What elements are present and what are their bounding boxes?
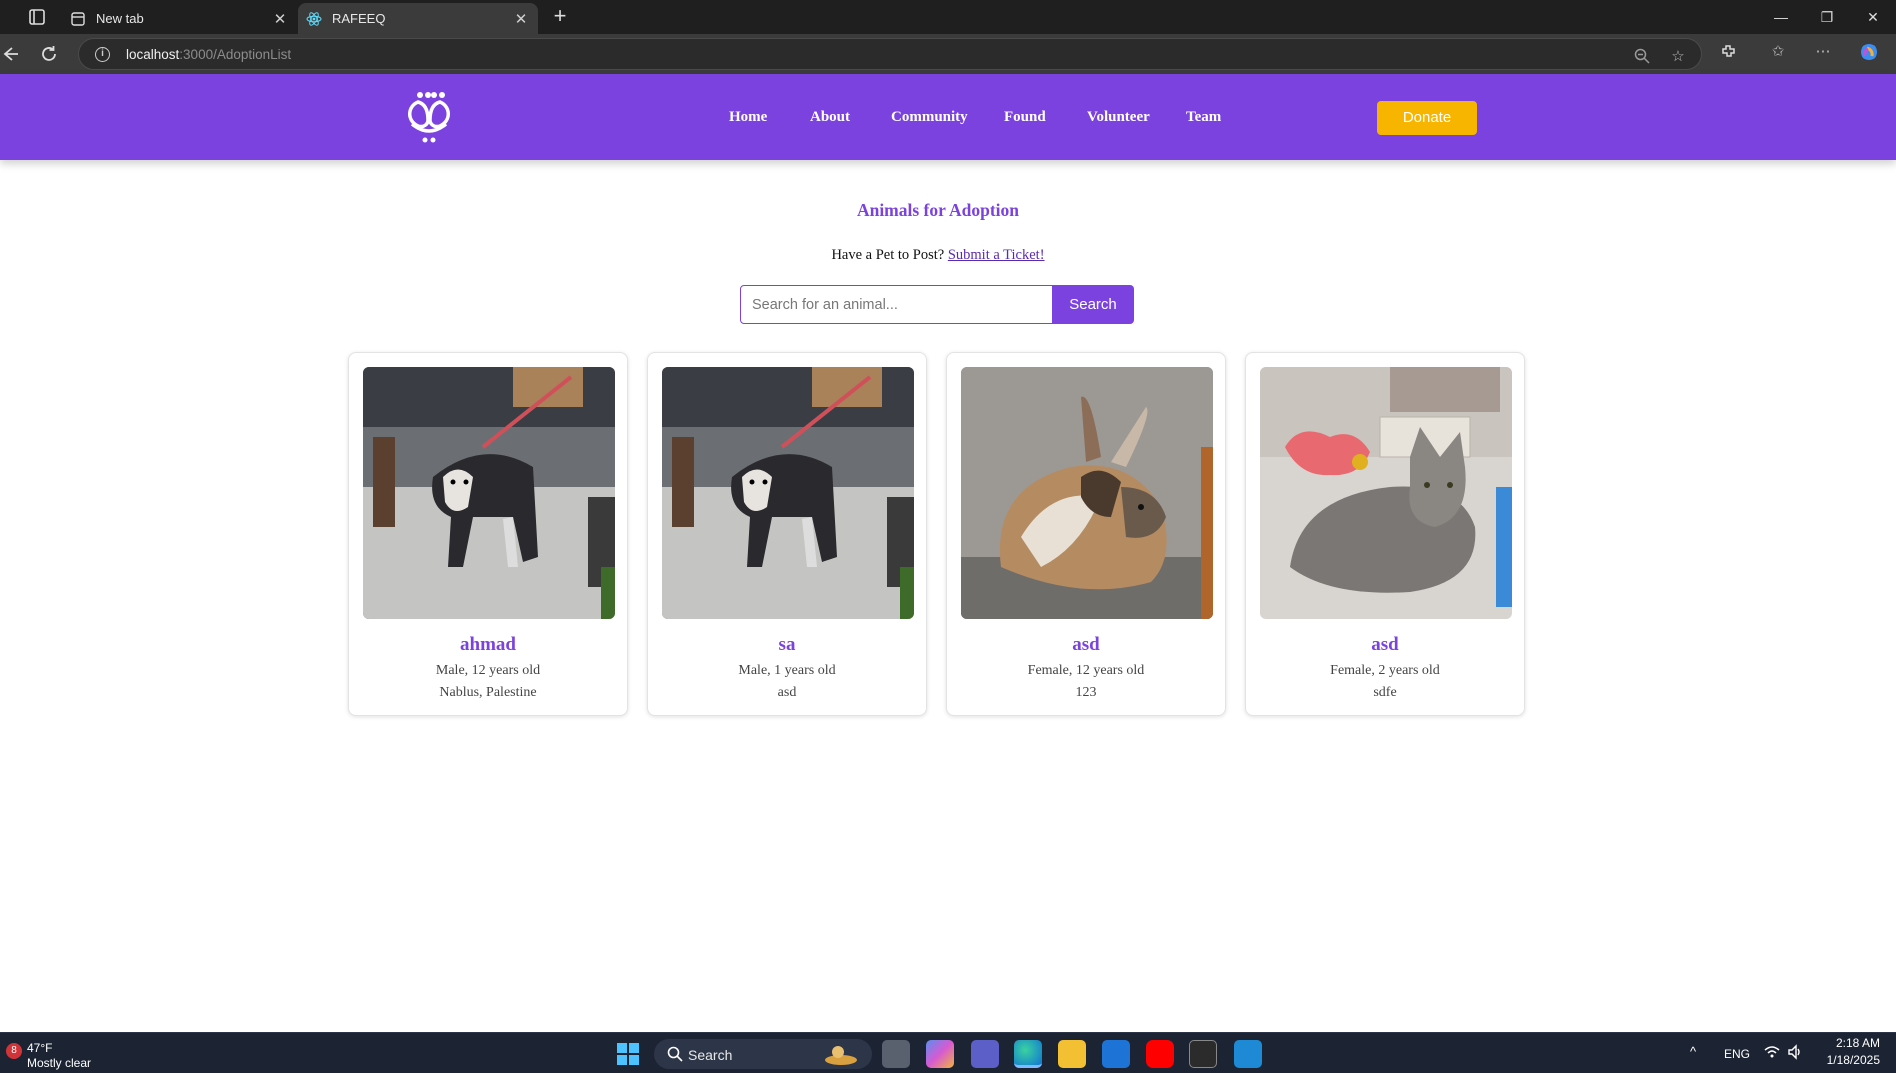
post-pet-line: Have a Pet to Post? Submit a Ticket!	[0, 247, 1876, 264]
weather-description: Mostly clear	[27, 1056, 92, 1070]
language-indicator[interactable]: ENG	[1724, 1047, 1750, 1061]
copilot-app-icon[interactable]	[926, 1040, 954, 1068]
browser-tab-bar: New tab ✕ RAFEEQ ✕ + — ❐ ✕	[0, 0, 1896, 34]
microsoft-store-icon[interactable]	[1102, 1040, 1130, 1068]
animal-location: Nablus, Palestine	[439, 685, 537, 700]
animal-location: 123	[1075, 685, 1097, 700]
animal-info: Male, 12 years old	[435, 663, 541, 678]
address-bar-row: i localhost:3000/AdoptionList ☆ ✩ ⋯	[0, 34, 1896, 74]
clock-time[interactable]: 2:18 AM	[1810, 1036, 1880, 1050]
nav-home[interactable]: Home	[729, 109, 767, 126]
youtube-icon[interactable]	[1146, 1040, 1174, 1068]
animal-info: Male, 1 years old	[738, 663, 836, 678]
calico-rabbit-photo	[961, 367, 1213, 619]
search-highlight-icon	[825, 1046, 857, 1065]
zoom-icon[interactable]	[1632, 47, 1652, 67]
submit-ticket-link[interactable]: Submit a Ticket!	[948, 247, 1045, 263]
favorite-star-icon[interactable]: ☆	[1668, 47, 1688, 67]
animal-info: Female, 12 years old	[1027, 663, 1145, 678]
page-title: Animals for Adoption	[856, 200, 1020, 220]
animal-name: asd	[1371, 634, 1399, 655]
page-content: Home About Community Found Volunteer Tea…	[0, 74, 1896, 1032]
tab-actions-icon[interactable]	[26, 7, 48, 27]
search-button[interactable]: Search	[1052, 285, 1134, 324]
more-options-icon[interactable]: ⋯	[1813, 42, 1833, 62]
url-text: localhost:3000/AdoptionList	[126, 47, 292, 62]
tab-rafeeq[interactable]: RAFEEQ ✕	[298, 3, 538, 34]
taskbar-search-label: Search	[688, 1047, 733, 1063]
grey-cat-photo	[1260, 367, 1512, 619]
weather-temperature: 47°F	[27, 1041, 53, 1055]
edge-icon[interactable]	[1014, 1040, 1042, 1068]
tab-title: New tab	[96, 11, 144, 26]
url-field[interactable]: i localhost:3000/AdoptionList ☆	[78, 38, 1702, 70]
animal-card[interactable]: asd Female, 12 years old 123	[946, 352, 1226, 716]
taskbar-search[interactable]: Search	[654, 1039, 872, 1069]
extensions-icon[interactable]	[1719, 42, 1739, 62]
close-icon[interactable]: ✕	[269, 8, 291, 30]
favorites-icon[interactable]: ✩	[1768, 42, 1788, 62]
donate-button[interactable]: Donate	[1377, 101, 1477, 135]
animal-name: ahmad	[460, 634, 516, 655]
nav-team[interactable]: Team	[1186, 109, 1221, 126]
post-prompt-text: Have a Pet to Post?	[831, 247, 948, 263]
restore-icon[interactable]: ❐	[1815, 6, 1839, 28]
animal-info: Female, 2 years old	[1330, 663, 1440, 678]
terminal-icon[interactable]	[1189, 1040, 1217, 1068]
new-tab-page-icon	[70, 11, 86, 27]
back-arrow-icon[interactable]	[0, 43, 20, 65]
site-info-icon[interactable]: i	[95, 47, 110, 62]
vscode-icon[interactable]	[1234, 1040, 1262, 1068]
search-icon	[667, 1046, 683, 1062]
reload-icon[interactable]	[38, 43, 60, 65]
animal-location: sdfe	[1373, 685, 1397, 700]
windows-taskbar: 8 47°F Mostly clear Search ^ ENG 2:18 AM…	[0, 1032, 1896, 1073]
nav-community[interactable]: Community	[891, 109, 968, 126]
nav-found[interactable]: Found	[1004, 109, 1046, 126]
search-input[interactable]	[740, 285, 1053, 324]
minimize-icon[interactable]: —	[1769, 6, 1793, 28]
tab-title: RAFEEQ	[332, 11, 386, 26]
animal-card[interactable]: asd Female, 2 years old sdfe	[1245, 352, 1525, 716]
copilot-icon[interactable]	[1859, 42, 1879, 62]
file-explorer-icon[interactable]	[1058, 1040, 1086, 1068]
husky-dog-photo	[662, 367, 914, 619]
task-view-icon[interactable]	[882, 1040, 910, 1068]
window-close-icon[interactable]: ✕	[1861, 6, 1885, 28]
new-tab-plus-icon[interactable]: +	[548, 5, 572, 29]
teams-icon[interactable]	[971, 1040, 999, 1068]
nav-about[interactable]: About	[810, 109, 850, 126]
chevron-up-icon[interactable]: ^	[1690, 1044, 1696, 1059]
windows-start-icon[interactable]	[616, 1042, 640, 1066]
husky-dog-photo	[363, 367, 615, 619]
tab-new-tab[interactable]: New tab ✕	[62, 3, 297, 34]
wifi-icon[interactable]	[1763, 1043, 1781, 1061]
nav-volunteer[interactable]: Volunteer	[1087, 109, 1150, 126]
animal-card[interactable]: sa Male, 1 years old asd	[647, 352, 927, 716]
animal-card[interactable]: ahmad Male, 12 years old Nablus, Palesti…	[348, 352, 628, 716]
animal-name: sa	[778, 634, 796, 655]
rafeeq-paw-logo[interactable]	[404, 90, 454, 144]
close-icon[interactable]: ✕	[510, 8, 532, 30]
volume-icon[interactable]	[1786, 1043, 1804, 1061]
clock-date[interactable]: 1/18/2025	[1810, 1053, 1880, 1067]
animal-name: asd	[1072, 634, 1100, 655]
notification-badge: 8	[6, 1043, 22, 1059]
react-icon	[306, 11, 322, 27]
site-header: Home About Community Found Volunteer Tea…	[0, 74, 1896, 160]
animal-location: asd	[777, 685, 797, 700]
